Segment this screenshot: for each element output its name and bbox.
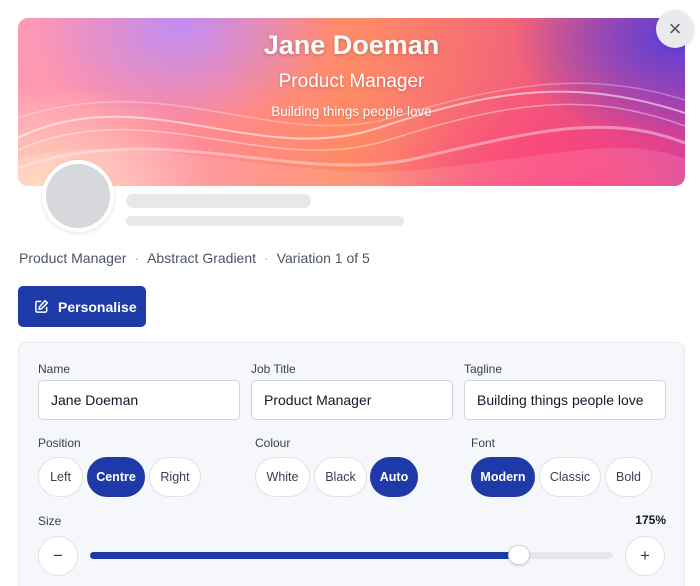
personalise-button[interactable]: Personalise [18,286,146,327]
position-left-option[interactable]: Left [38,457,83,497]
font-modern-option[interactable]: Modern [471,457,535,497]
banner-name: Jane Doeman [263,30,440,60]
colour-black-option[interactable]: Black [314,457,367,497]
position-centre-option[interactable]: Centre [87,457,145,497]
size-label: Size [38,514,62,528]
size-decrease-button[interactable]: − [38,536,78,576]
plus-icon: + [640,546,650,565]
meta-variation: Variation 1 of 5 [276,250,370,266]
size-value: 175% [635,513,666,527]
name-input[interactable] [38,380,240,420]
position-right-option[interactable]: Right [149,457,201,497]
banner-job-title: Product Manager [278,71,425,92]
job-title-label: Job Title [251,362,296,376]
size-slider-thumb[interactable] [508,545,530,565]
tagline-input[interactable] [464,380,666,420]
name-label: Name [38,362,71,376]
meta-style: Abstract Gradient [147,250,257,266]
edit-icon [35,299,49,313]
meta-separator: · [264,250,269,266]
skeleton-line-name [126,194,311,208]
font-classic-option[interactable]: Classic [539,457,601,497]
meta-job-title: Product Manager [19,250,127,266]
colour-white-option[interactable]: White [255,457,310,497]
skeleton-line-subtitle [126,216,404,226]
personalise-label: Personalise [58,298,137,315]
close-button[interactable]: × [656,10,694,48]
size-increase-button[interactable]: + [625,536,665,576]
size-slider-track[interactable] [90,552,613,559]
minus-icon: − [53,546,63,565]
font-label: Font [471,436,496,450]
meta-separator: · [134,250,140,266]
job-title-input[interactable] [251,380,453,420]
font-bold-option[interactable]: Bold [605,457,652,497]
tagline-label: Tagline [464,362,503,376]
close-icon: × [668,16,682,41]
banner-tagline: Building things people love [271,104,432,119]
size-slider-fill [90,552,519,559]
cover-banner: Jane Doeman Product Manager Building thi… [18,18,685,186]
variation-meta: Product Manager · Abstract Gradient · Va… [19,250,370,266]
colour-label: Colour [255,436,291,450]
avatar [42,160,114,232]
colour-auto-option[interactable]: Auto [370,457,418,497]
position-label: Position [38,436,81,450]
